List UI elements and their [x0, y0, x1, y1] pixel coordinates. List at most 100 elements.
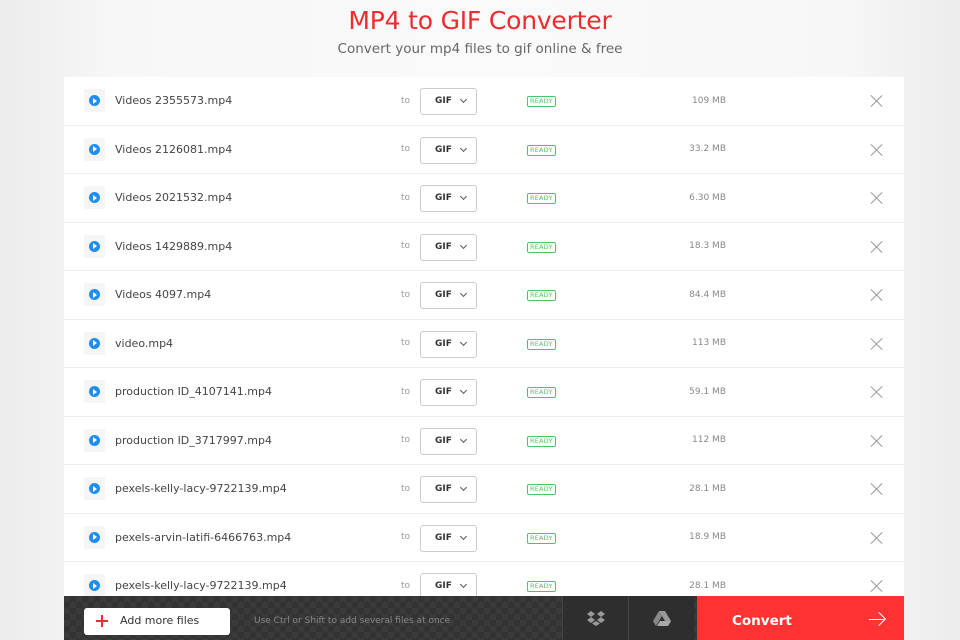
output-format-value: GIF: [435, 581, 452, 591]
file-row: Videos 1429889.mp4 to GIF READY 18.3 MB: [64, 223, 904, 271]
to-label: to: [401, 95, 411, 106]
google-drive-button[interactable]: [628, 596, 694, 640]
file-row: Videos 2021532.mp4 to GIF READY 6.30 MB: [64, 174, 904, 223]
file-name: Videos 1429889.mp4: [115, 239, 233, 253]
action-bar: Add more files Use Ctrl or Shift to add …: [64, 596, 904, 640]
file-size: 18.9 MB: [689, 532, 726, 543]
to-label: to: [401, 241, 411, 252]
remove-file-close-icon[interactable]: [870, 579, 884, 593]
page-subtitle: Convert your mp4 files to gif online & f…: [337, 41, 623, 57]
file-size: 84.4 MB: [689, 289, 726, 300]
output-format-select[interactable]: GIF: [420, 330, 477, 358]
file-row: Videos 2126081.mp4 to GIF READY 33.2 MB: [64, 126, 904, 174]
dropbox-button[interactable]: [562, 596, 628, 640]
status-badge: READY: [527, 484, 556, 495]
chevron-down-icon: [459, 483, 468, 492]
file-name: Videos 2126081.mp4: [115, 142, 233, 156]
to-label: to: [401, 580, 411, 591]
file-thumbnail: [84, 331, 105, 355]
file-name: production ID_3717997.mp4: [115, 433, 272, 447]
plus-icon: [96, 615, 108, 627]
file-thumbnail: [84, 380, 105, 403]
status-badge: READY: [527, 338, 556, 350]
file-row: production ID_3717997.mp4 to GIF READY 1…: [64, 417, 904, 465]
output-format-select[interactable]: GIF: [420, 573, 477, 596]
file-name: pexels-kelly-lacy-9722139.mp4: [115, 579, 287, 593]
chevron-down-icon: [459, 580, 468, 589]
play-icon: [89, 240, 100, 252]
file-thumbnail: [84, 525, 105, 549]
file-size: 59.1 MB: [689, 386, 726, 397]
chevron-down-icon: [459, 435, 468, 443]
file-thumbnail: [84, 89, 105, 112]
add-more-files-label: Add more files: [120, 614, 200, 627]
status-badge: READY: [527, 387, 556, 398]
play-icon: [89, 95, 100, 106]
file-size: 28.1 MB: [689, 580, 726, 591]
status-badge: READY: [527, 193, 556, 204]
remove-file-close-icon[interactable]: [870, 288, 884, 302]
remove-file-close-icon[interactable]: [870, 94, 884, 108]
file-row: pexels-arvin-latifi-6466763.mp4 to GIF R…: [64, 514, 904, 562]
remove-file-close-icon[interactable]: [870, 385, 884, 399]
output-format-select[interactable]: GIF: [420, 282, 477, 309]
file-row: production ID_4107141.mp4 to GIF READY 5…: [64, 368, 904, 417]
remove-file-close-icon[interactable]: [870, 531, 884, 545]
output-format-value: GIF: [435, 484, 452, 494]
dropbox-icon: [587, 611, 605, 626]
output-format-value: GIF: [435, 532, 452, 543]
output-format-select[interactable]: GIF: [420, 136, 477, 164]
file-size: 112 MB: [692, 435, 726, 446]
output-format-select[interactable]: GIF: [420, 88, 477, 115]
file-thumbnail: [84, 283, 105, 306]
file-thumbnail: [84, 137, 105, 161]
arrow-right-icon: [869, 613, 885, 625]
file-name: production ID_4107141.mp4: [115, 385, 272, 399]
output-format-value: GIF: [435, 193, 452, 203]
convert-button[interactable]: Convert: [697, 596, 904, 640]
page-title: MP4 to GIF Converter: [348, 6, 612, 35]
to-label: to: [401, 483, 411, 494]
to-label: to: [401, 289, 411, 300]
file-row: Videos 2355573.mp4 to GIF READY 109 MB: [64, 77, 904, 126]
file-row: video.mp4 to GIF READY 113 MB: [64, 320, 904, 368]
file-row: pexels-kelly-lacy-9722139.mp4 to GIF REA…: [64, 562, 904, 596]
google-drive-icon: [653, 611, 671, 626]
convert-label: Convert: [732, 613, 792, 629]
remove-file-close-icon[interactable]: [870, 143, 884, 157]
add-more-files-button[interactable]: Add more files: [84, 608, 230, 635]
file-thumbnail: [84, 477, 105, 500]
chevron-down-icon: [459, 192, 468, 201]
chevron-down-icon: [459, 95, 468, 104]
file-size: 28.1 MB: [689, 483, 726, 494]
play-icon: [89, 386, 100, 397]
output-format-select[interactable]: GIF: [420, 185, 477, 212]
play-icon: [89, 434, 100, 446]
file-thumbnail: [84, 428, 105, 452]
output-format-select[interactable]: GIF: [420, 476, 477, 503]
play-icon: [89, 192, 100, 203]
remove-file-close-icon[interactable]: [870, 337, 884, 351]
file-name: Videos 2355573.mp4: [115, 94, 233, 108]
output-format-value: GIF: [435, 144, 452, 155]
chevron-down-icon: [459, 532, 468, 540]
remove-file-close-icon[interactable]: [870, 434, 884, 448]
status-badge: READY: [527, 290, 556, 301]
to-label: to: [401, 435, 411, 446]
status-badge: READY: [527, 581, 556, 592]
file-size: 109 MB: [692, 95, 726, 106]
to-label: to: [401, 338, 411, 349]
output-format-select[interactable]: GIF: [420, 524, 477, 552]
remove-file-close-icon[interactable]: [870, 482, 884, 496]
to-label: to: [401, 144, 411, 155]
remove-file-close-icon[interactable]: [870, 240, 884, 254]
file-thumbnail: [84, 186, 105, 209]
chevron-down-icon: [459, 386, 468, 395]
output-format-select[interactable]: GIF: [420, 427, 477, 455]
to-label: to: [401, 386, 411, 397]
output-format-select[interactable]: GIF: [420, 379, 477, 406]
status-badge: READY: [527, 241, 556, 253]
file-size: 33.2 MB: [689, 144, 726, 155]
output-format-select[interactable]: GIF: [420, 233, 477, 261]
remove-file-close-icon[interactable]: [870, 191, 884, 205]
